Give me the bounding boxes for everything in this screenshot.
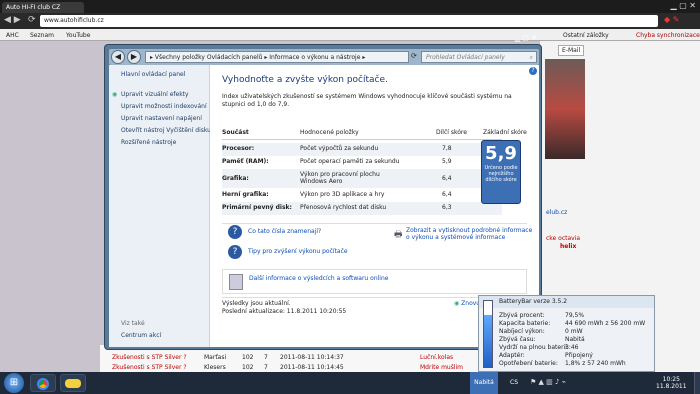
info-box: Další informace o výsledcích a softwaru … xyxy=(222,269,527,294)
page-banner xyxy=(545,59,585,159)
search-input[interactable]: Prohledat Ovládací panely ⌕ xyxy=(421,51,537,63)
table-row: Paměť (RAM): Počet operací paměti za sek… xyxy=(222,158,452,165)
batterybar-title: BatteryBar verze 3.5.2 xyxy=(479,296,654,308)
intro-text: Index uživatelských zkušeností se systém… xyxy=(222,93,512,108)
battery-tray[interactable]: Nabitá xyxy=(470,372,498,394)
page-snippet[interactable]: elub.cz xyxy=(546,209,567,216)
browser-toolbar: ◀ ▶ ⟳ www.autohificlub.cz ◆ ✎ xyxy=(0,13,700,29)
sidebar-item-advanced-tools[interactable]: Rozšířené nástroje xyxy=(121,139,176,146)
table-row: Grafika: Výkon pro pracovní plochu Windo… xyxy=(222,169,502,188)
sidebar-item-power[interactable]: Upravit nastavení napájení xyxy=(121,115,202,122)
cp-sidebar: Hlavní ovládací panel ◉ Upravit vizuální… xyxy=(109,65,211,347)
table-row: Herní grafika: Výkon pro 3D aplikace a h… xyxy=(222,191,452,198)
browser-tab[interactable]: Auto HI-FI club CZ xyxy=(2,2,84,13)
sidebar-item-visual-effects[interactable]: Upravit vizuální efekty xyxy=(121,91,189,98)
taskbar: ⊞ Nabitá CS ⚑ ▲ ▥ ♪ ⌁ 10:25 11.8.2011 xyxy=(0,372,700,394)
bookmark-ahc[interactable]: AHC xyxy=(6,32,19,39)
bookmark-seznam[interactable]: Seznam xyxy=(30,32,54,39)
clock[interactable]: 10:25 11.8.2011 xyxy=(656,376,687,390)
table-row: Procesor: Počet výpočtů za sekundu 7,8 xyxy=(222,143,502,156)
help-icon[interactable]: ? xyxy=(529,67,537,75)
last-update: Poslední aktualizace: 11.8.2011 10:20:55 xyxy=(222,308,347,315)
browser-title-bar: Auto HI-FI club CZ ▁ ▢ ✕ xyxy=(0,0,700,13)
show-desktop-button[interactable] xyxy=(694,372,700,394)
address-bar[interactable]: www.autohificlub.cz xyxy=(40,15,658,27)
bookmarks-bar: AHC Seznam YouTube Ostatní záložky Chyba… xyxy=(0,29,700,41)
reload-icon[interactable]: ⟳ xyxy=(28,15,36,25)
search-icon: ⌕ xyxy=(529,54,533,61)
back-arrow-icon[interactable]: ◀ xyxy=(111,50,125,64)
software-icon xyxy=(229,274,243,290)
battery-level-icon xyxy=(483,300,493,368)
language-indicator[interactable]: CS xyxy=(510,379,518,386)
email-link[interactable]: E-Mail xyxy=(558,45,585,56)
chrome-taskbar-icon[interactable] xyxy=(30,374,56,392)
extension-icon[interactable]: ◆ ✎ xyxy=(664,15,679,24)
help-link-scores[interactable]: Co tato čísla znamenají? xyxy=(248,228,321,235)
print-details-link[interactable]: Zobrazit a vytisknout podrobné informace… xyxy=(406,227,536,241)
refresh-icon[interactable]: ⟳ xyxy=(411,52,417,60)
page-snippet[interactable]: helix xyxy=(560,243,576,250)
bookmark-youtube[interactable]: YouTube xyxy=(66,32,90,39)
batterybar-popup: BatteryBar verze 3.5.2 Zbývá procent: 79,… xyxy=(478,295,655,372)
sidebar-item-disk-cleanup[interactable]: Otevřít nástroj Vyčištění disku xyxy=(121,127,211,134)
shield-icon: ◉ xyxy=(454,300,460,307)
page-snippet[interactable]: cke octavia xyxy=(546,235,580,242)
window-controls[interactable]: ▁ ▢ ✕ xyxy=(671,1,697,10)
start-button[interactable]: ⊞ xyxy=(4,373,24,393)
base-score-badge: 5,9 Určeno podle nejnižšího dílčího skór… xyxy=(481,140,521,204)
breadcrumb[interactable]: ▸ Všechny položky Ovládacích panelů ▸ In… xyxy=(145,51,409,63)
results-status: Výsledky jsou aktuální. xyxy=(222,300,291,307)
help-link-tips[interactable]: Tipy pro zvýšení výkonu počítače xyxy=(248,248,348,255)
printer-icon: 🖶 xyxy=(394,230,403,240)
back-forward-icon[interactable]: ◀ ▶ xyxy=(4,15,21,25)
cp-window-controls[interactable]: ▁ ▢ ✕ xyxy=(515,34,537,42)
sidebar-item-indexing[interactable]: Upravit možnosti indexování xyxy=(121,103,207,110)
shield-icon: ◉ xyxy=(112,91,118,98)
refresh-score-link[interactable]: ◉ Znovu xyxy=(454,300,480,307)
tab-title: Auto HI-FI club CZ xyxy=(6,4,61,11)
cp-navigation-bar: ◀ ▶ ▸ Všechny položky Ovládacích panelů … xyxy=(109,49,539,65)
control-panel-window: ▁ ▢ ✕ ◀ ▶ ▸ Všechny položky Ovládacích p… xyxy=(104,34,542,350)
sidebar-item-action-center[interactable]: Centrum akcí xyxy=(121,332,161,339)
tray-icons[interactable]: ⚑ ▲ ▥ ♪ ⌁ xyxy=(530,378,566,386)
batman-taskbar-icon[interactable] xyxy=(60,374,86,392)
see-also-heading: Viz také xyxy=(121,320,145,327)
forward-arrow-icon[interactable]: ▶ xyxy=(127,50,141,64)
divider xyxy=(222,223,527,224)
sidebar-home-link[interactable]: Hlavní ovládací panel xyxy=(121,71,185,78)
battery-level-fill xyxy=(484,314,492,367)
question-icon: ? xyxy=(228,225,242,239)
page-title: Vyhodnoťte a zvyšte výkon počítače. xyxy=(222,75,388,85)
bookmark-other[interactable]: Ostatní záložky xyxy=(563,32,609,39)
table-header: Součást Hodnocené položky Dílčí skóre Zá… xyxy=(222,127,527,140)
table-row: Primární pevný disk: Přenosová rychlost … xyxy=(222,202,502,215)
question-icon: ? xyxy=(228,245,242,259)
more-info-link[interactable]: Další informace o výsledcích a softwaru … xyxy=(249,275,399,282)
sync-error[interactable]: Chyba synchronizace xyxy=(636,32,700,39)
